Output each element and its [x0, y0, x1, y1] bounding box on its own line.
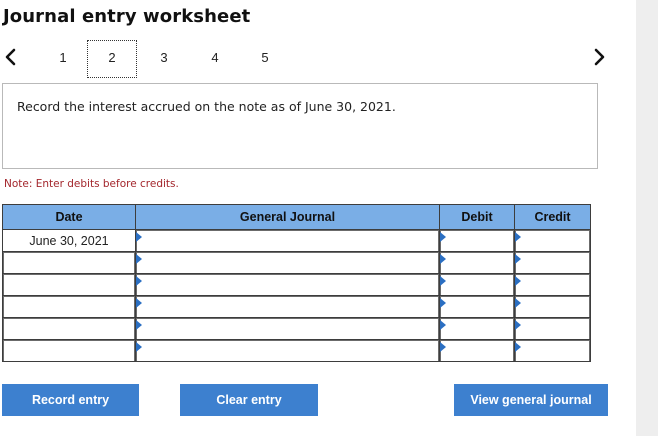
record-entry-button[interactable]: Record entry	[2, 384, 139, 416]
debit-input[interactable]	[440, 230, 514, 251]
account-input[interactable]	[136, 340, 439, 361]
credit-input[interactable]	[515, 274, 590, 295]
dropdown-marker-icon	[515, 298, 521, 308]
date-cell[interactable]	[2, 295, 136, 318]
credit-cell[interactable]	[514, 295, 591, 318]
prompt-text: Record the interest accrued on the note …	[17, 99, 396, 114]
dropdown-marker-icon	[136, 232, 142, 242]
page-tab-3[interactable]: 3	[156, 50, 172, 65]
credit-cell[interactable]	[514, 317, 591, 340]
dropdown-marker-icon	[440, 342, 446, 352]
table-row	[2, 251, 591, 274]
column-header-credit: Credit	[514, 204, 591, 230]
account-cell[interactable]	[135, 295, 440, 318]
debit-cell[interactable]	[439, 229, 515, 252]
column-header-general-journal: General Journal	[135, 204, 440, 230]
dropdown-marker-icon	[440, 276, 446, 286]
date-cell: June 30, 2021	[2, 229, 136, 252]
date-cell[interactable]	[2, 317, 136, 340]
dropdown-marker-icon	[515, 342, 521, 352]
debit-cell[interactable]	[439, 251, 515, 274]
page-title: Journal entry worksheet	[3, 6, 251, 27]
date-input[interactable]	[3, 252, 135, 273]
account-cell[interactable]	[135, 273, 440, 296]
debit-cell[interactable]	[439, 339, 515, 362]
account-cell[interactable]	[135, 251, 440, 274]
date-input[interactable]	[3, 296, 135, 317]
view-general-journal-button[interactable]: View general journal	[454, 384, 608, 416]
clear-entry-button[interactable]: Clear entry	[180, 384, 318, 416]
column-header-debit: Debit	[439, 204, 515, 230]
page-tab-4[interactable]: 4	[207, 50, 223, 65]
date-cell[interactable]	[2, 273, 136, 296]
credit-input[interactable]	[515, 318, 590, 339]
account-input[interactable]	[136, 252, 439, 273]
date-cell[interactable]	[2, 339, 136, 362]
account-cell[interactable]	[135, 339, 440, 362]
debit-cell[interactable]	[439, 273, 515, 296]
date-input[interactable]	[3, 274, 135, 295]
prev-page-button[interactable]	[2, 44, 20, 70]
table-row	[2, 339, 591, 362]
page-tab-2[interactable]: 2	[104, 50, 120, 65]
table-row	[2, 273, 591, 296]
entry-note: Note: Enter debits before credits.	[4, 178, 179, 190]
dropdown-marker-icon	[515, 276, 521, 286]
account-cell[interactable]	[135, 229, 440, 252]
dropdown-marker-icon	[136, 342, 142, 352]
credit-input[interactable]	[515, 296, 590, 317]
column-header-date: Date	[2, 204, 136, 230]
debit-input[interactable]	[440, 274, 514, 295]
credit-cell[interactable]	[514, 339, 591, 362]
dropdown-marker-icon	[440, 232, 446, 242]
dropdown-marker-icon	[136, 298, 142, 308]
dropdown-marker-icon	[440, 254, 446, 264]
dropdown-marker-icon	[440, 298, 446, 308]
table-row: June 30, 2021	[2, 229, 591, 252]
credit-cell[interactable]	[514, 273, 591, 296]
dropdown-marker-icon	[515, 320, 521, 330]
table-row	[2, 295, 591, 318]
table-header-row: Date General Journal Debit Credit	[2, 204, 591, 230]
prompt-box: Record the interest accrued on the note …	[2, 83, 598, 169]
credit-input[interactable]	[515, 340, 590, 361]
dropdown-marker-icon	[515, 232, 521, 242]
chevron-left-icon	[2, 44, 20, 70]
dropdown-marker-icon	[440, 320, 446, 330]
account-input[interactable]	[136, 296, 439, 317]
dropdown-marker-icon	[136, 320, 142, 330]
scrollbar-track[interactable]	[636, 0, 658, 436]
credit-input[interactable]	[515, 252, 590, 273]
debit-cell[interactable]	[439, 317, 515, 340]
account-input[interactable]	[136, 274, 439, 295]
date-input[interactable]	[3, 340, 135, 361]
account-input[interactable]	[136, 230, 439, 251]
dropdown-marker-icon	[136, 254, 142, 264]
dropdown-marker-icon	[515, 254, 521, 264]
debit-input[interactable]	[440, 296, 514, 317]
date-input[interactable]	[3, 318, 135, 339]
account-cell[interactable]	[135, 317, 440, 340]
credit-cell[interactable]	[514, 229, 591, 252]
debit-cell[interactable]	[439, 295, 515, 318]
debit-input[interactable]	[440, 340, 514, 361]
debit-input[interactable]	[440, 252, 514, 273]
page-tab-1[interactable]: 1	[55, 50, 71, 65]
chevron-right-icon	[590, 44, 608, 70]
date-cell[interactable]	[2, 251, 136, 274]
next-page-button[interactable]	[590, 44, 608, 70]
debit-input[interactable]	[440, 318, 514, 339]
worksheet-panel: Journal entry worksheet 1 2 3 4 5 Record…	[0, 0, 636, 436]
table-row	[2, 317, 591, 340]
credit-cell[interactable]	[514, 251, 591, 274]
credit-input[interactable]	[515, 230, 590, 251]
dropdown-marker-icon	[136, 276, 142, 286]
page-tab-5[interactable]: 5	[257, 50, 273, 65]
journal-table: Date General Journal Debit Credit June 3…	[2, 204, 591, 362]
account-input[interactable]	[136, 318, 439, 339]
